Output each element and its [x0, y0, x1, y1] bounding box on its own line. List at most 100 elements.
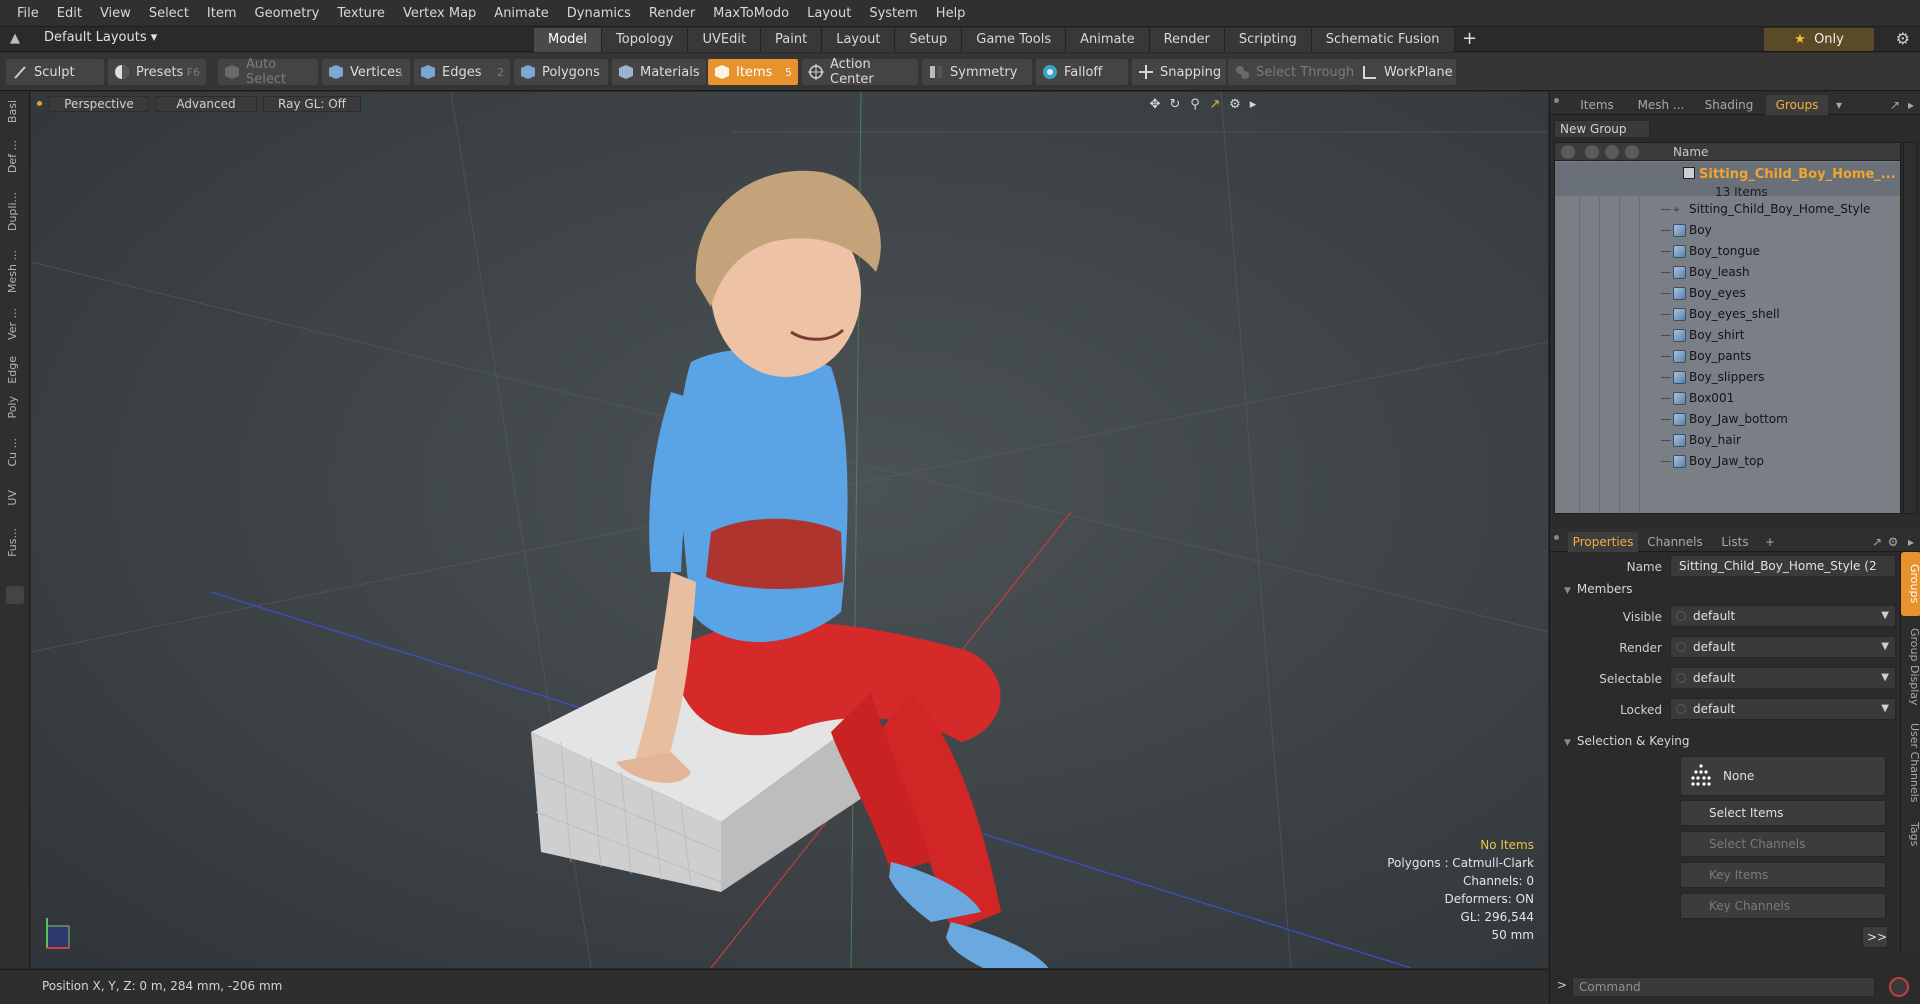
tab-items[interactable]: Items — [1568, 95, 1626, 115]
tab-shading[interactable]: Shading — [1696, 95, 1762, 115]
falloff-button[interactable]: Falloff — [1036, 59, 1128, 85]
strip-tab-deform[interactable]: Def ... — [6, 140, 19, 173]
strip-tab-basic[interactable]: Basi — [6, 100, 19, 123]
tab-mesh[interactable]: Mesh ... — [1630, 95, 1692, 115]
select-items-button[interactable]: Select Items — [1680, 800, 1886, 826]
strip-tab-mesh[interactable]: Mesh ... — [6, 250, 19, 293]
tab-render[interactable]: Render — [1149, 28, 1225, 52]
tab-paint[interactable]: Paint — [761, 28, 823, 52]
tab-schematic-fusion[interactable]: Schematic Fusion — [1311, 28, 1455, 52]
viewport-expand-icon[interactable]: ▸ — [1245, 97, 1261, 113]
menu-texture[interactable]: Texture — [328, 0, 394, 27]
polygons-button[interactable]: Polygons — [514, 59, 608, 85]
layout-home-icon[interactable]: ▲ — [10, 31, 26, 47]
select-channels-button[interactable]: Select Channels — [1680, 831, 1886, 857]
members-section[interactable]: ▼ Members — [1564, 582, 1633, 596]
snapping-button[interactable]: Snapping — [1132, 59, 1226, 85]
panel-scroll-icon[interactable]: ▸ — [1904, 532, 1918, 552]
list-item[interactable]: Boy — [1555, 220, 1900, 241]
strip-tab-vertex[interactable]: Ver ... — [6, 308, 19, 340]
panel-grip-icon[interactable] — [1554, 535, 1559, 540]
panel-expand-icon[interactable]: ↗ — [1870, 532, 1884, 552]
zoom-view-icon[interactable]: ⚲ — [1187, 97, 1203, 113]
groups-list-scrollbar[interactable] — [1903, 142, 1917, 514]
viewport-menu-dot[interactable] — [37, 101, 42, 106]
group-name[interactable]: Sitting_Child_Boy_Home_... — [1699, 167, 1896, 182]
tab-game-tools[interactable]: Game Tools — [962, 28, 1067, 52]
menu-select[interactable]: Select — [140, 0, 198, 27]
tab-uvedit[interactable]: UVEdit — [688, 28, 762, 52]
menu-dynamics[interactable]: Dynamics — [558, 0, 640, 27]
menu-view[interactable]: View — [91, 0, 140, 27]
strip-tab-duplicate[interactable]: Dupli... — [6, 192, 19, 231]
workplane-button[interactable]: WorkPlane — [1356, 59, 1456, 85]
menu-help[interactable]: Help — [927, 0, 975, 27]
menu-file[interactable]: File — [8, 0, 48, 27]
select-icon[interactable] — [1625, 145, 1639, 159]
panel-settings-icon[interactable]: ⚙ — [1886, 532, 1900, 552]
menu-render[interactable]: Render — [640, 0, 704, 27]
add-tab-icon[interactable]: + — [1762, 532, 1778, 552]
strip-tab-fusion[interactable]: Fus... — [6, 528, 19, 557]
menu-item[interactable]: Item — [198, 0, 246, 27]
menu-system[interactable]: System — [860, 0, 926, 27]
tabs-dropdown-icon[interactable]: ▾ — [1832, 95, 1846, 115]
eye-icon[interactable] — [1561, 145, 1575, 159]
more-button[interactable]: >> — [1862, 926, 1888, 948]
name-field[interactable]: Sitting_Child_Boy_Home_Style (2 — [1670, 555, 1896, 577]
command-input[interactable]: Command — [1572, 977, 1875, 997]
menu-layout[interactable]: Layout — [798, 0, 860, 27]
key-channels-button[interactable]: Key Channels — [1680, 893, 1886, 919]
strip-tab-polygon[interactable]: Poly — [6, 396, 19, 419]
list-item[interactable]: Box001 — [1555, 388, 1900, 409]
list-item[interactable]: ⌖ Sitting_Child_Boy_Home_Style — [1555, 199, 1900, 220]
selection-keying-section[interactable]: ▼ Selection & Keying — [1564, 734, 1690, 748]
strip-tab-edge[interactable]: Edge — [6, 356, 19, 384]
shading-button[interactable]: Advanced — [155, 96, 257, 112]
list-item[interactable]: Boy_Jaw_bottom — [1555, 409, 1900, 430]
side-tab-user-channels[interactable]: User Channels — [1901, 718, 1920, 808]
list-item[interactable]: Boy_eyes_shell — [1555, 304, 1900, 325]
move-view-icon[interactable]: ✥ — [1147, 97, 1163, 113]
side-tab-group-display[interactable]: Group Display — [1901, 622, 1920, 712]
list-item[interactable]: Boy_leash — [1555, 262, 1900, 283]
menu-maxtomodo[interactable]: MaxToModo — [704, 0, 798, 27]
tab-model[interactable]: Model — [534, 28, 603, 52]
symmetry-button[interactable]: Symmetry — [922, 59, 1032, 85]
list-item[interactable]: Boy_tongue — [1555, 241, 1900, 262]
3d-viewport[interactable]: Perspective Advanced Ray GL: Off ✥ ↻ ⚲ ↗… — [31, 92, 1548, 968]
rotate-view-icon[interactable]: ↻ — [1167, 97, 1183, 113]
items-button[interactable]: Items 5 — [708, 59, 798, 85]
list-item[interactable]: Boy_slippers — [1555, 367, 1900, 388]
materials-button[interactable]: Materials — [612, 59, 706, 85]
only-button[interactable]: ★ Only — [1764, 28, 1874, 51]
list-item[interactable]: Boy_pants — [1555, 346, 1900, 367]
none-button[interactable]: None — [1680, 756, 1886, 796]
record-icon[interactable] — [1889, 977, 1909, 997]
list-item[interactable]: Boy_Jaw_top — [1555, 451, 1900, 472]
menu-vertex-map[interactable]: Vertex Map — [394, 0, 485, 27]
fit-view-icon[interactable]: ↗ — [1207, 97, 1223, 113]
auto-select-button[interactable]: Auto Select — [218, 57, 318, 87]
layout-selector[interactable]: Default Layouts ▾ — [44, 30, 157, 45]
presets-button[interactable]: Presets F6 — [108, 59, 206, 85]
key-items-button[interactable]: Key Items — [1680, 862, 1886, 888]
locked-dropdown[interactable]: default ▼ — [1670, 698, 1896, 720]
tab-layout[interactable]: Layout — [822, 28, 896, 52]
tab-properties[interactable]: Properties — [1568, 532, 1638, 552]
vertices-button[interactable]: Vertices 1 — [322, 59, 410, 85]
panel-scroll-icon[interactable]: ▸ — [1904, 95, 1918, 115]
edges-button[interactable]: Edges 2 — [414, 59, 510, 85]
raygl-button[interactable]: Ray GL: Off — [263, 96, 361, 112]
list-item[interactable]: Boy_hair — [1555, 430, 1900, 451]
panel-expand-icon[interactable]: ↗ — [1888, 95, 1902, 115]
tab-setup[interactable]: Setup — [895, 28, 963, 52]
tab-scripting[interactable]: Scripting — [1224, 28, 1312, 52]
render-dropdown[interactable]: default ▼ — [1670, 636, 1896, 658]
render-icon[interactable] — [1585, 145, 1599, 159]
strip-tab-uv[interactable]: UV — [6, 490, 19, 506]
side-tab-tags[interactable]: Tags — [1901, 814, 1920, 854]
menu-edit[interactable]: Edit — [48, 0, 91, 27]
viewport-settings-icon[interactable]: ⚙ — [1227, 97, 1243, 113]
select-through-button[interactable]: Select Through — [1228, 59, 1356, 85]
